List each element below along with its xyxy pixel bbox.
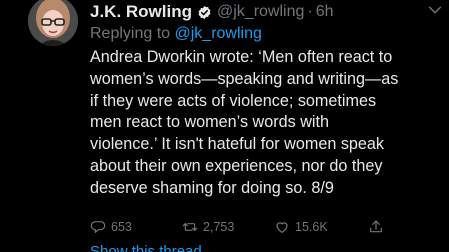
tweet-text: Andrea Dworkin wrote: ‘Men often react t… — [90, 47, 442, 200]
share-button[interactable] — [368, 217, 389, 237]
reply-icon — [90, 221, 106, 233]
replying-handle-link[interactable]: @jk_rowling — [175, 25, 262, 42]
show-thread-link[interactable]: Show this thread — [90, 243, 202, 252]
like-button[interactable]: 15.6K — [274, 217, 328, 237]
tweet-text-line: Andrea Dworkin wrote: ‘Men often react t… — [90, 48, 393, 66]
replying-to: Replying to @jk_rowling — [90, 25, 262, 43]
heart-icon — [276, 222, 288, 233]
share-icon — [370, 220, 382, 233]
tweet-text-line: men react to women’s words with — [90, 113, 330, 132]
tweet-actions: 653 2,753 15.6K — [90, 217, 440, 237]
verified-badge-icon — [197, 5, 212, 20]
separator-dot: · — [307, 3, 313, 20]
chevron-down-icon[interactable] — [427, 2, 443, 18]
tweet-text-line: about their own experiences, nor do they — [90, 156, 383, 175]
tweet-text-line: deserve shaming for doing so. 8/9 — [90, 178, 334, 197]
retweet-icon — [182, 223, 198, 231]
retweet-button[interactable]: 2,753 — [182, 217, 234, 237]
like-count: 15.6K — [295, 220, 328, 234]
author-handle[interactable]: @jk_rowling — [217, 3, 304, 21]
tweet-header: J.K. Rowling @jk_rowling · 6h — [90, 0, 334, 25]
timestamp[interactable]: 6h — [316, 3, 334, 21]
reply-button[interactable]: 653 — [90, 217, 132, 237]
tweet-text-line: if they were acts of violence; sometimes — [90, 91, 377, 110]
replying-prefix: Replying to — [90, 25, 175, 42]
avatar[interactable] — [28, 0, 78, 46]
reply-count: 653 — [111, 220, 132, 234]
tweet-screen: J.K. Rowling @jk_rowling · 6h Replying t… — [0, 0, 449, 252]
tweet-text-line: violence.’ It isn't hateful for women sp… — [90, 135, 385, 154]
retweet-count: 2,753 — [203, 220, 235, 234]
author-display-name[interactable]: J.K. Rowling — [90, 2, 192, 22]
tweet-text-line: women’s words—speaking and writing—as — [90, 69, 399, 88]
